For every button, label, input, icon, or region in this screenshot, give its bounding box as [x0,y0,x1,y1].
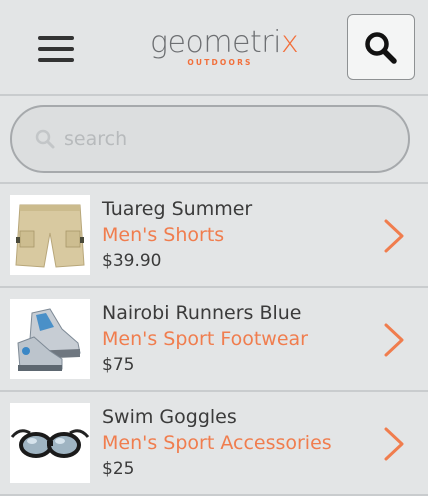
menu-button[interactable] [38,36,74,64]
product-category: Men's Sport Footwear [102,328,308,350]
product-price: $75 [102,355,135,375]
list-item[interactable]: Swim Goggles Men's Sport Accessories $25 [0,392,428,496]
brand-logo: geometrix OUTDOORS [150,25,299,68]
hamburger-menu-icon [38,36,74,62]
product-image-runners [10,299,90,379]
list-item[interactable]: Nairobi Runners Blue Men's Sport Footwea… [0,288,428,392]
search-field[interactable] [10,105,410,173]
product-name: Nairobi Runners Blue [102,302,302,324]
product-category: Men's Shorts [102,224,225,246]
chevron-right-icon [384,323,404,357]
product-category: Men's Sport Accessories [102,432,332,454]
magnifier-icon [365,32,397,64]
search-input[interactable] [62,121,386,157]
chevron-right-icon [384,427,404,461]
chevron-right-icon [384,219,404,253]
search-button[interactable] [347,14,415,80]
product-image-goggles [10,403,90,483]
app-header: geometrix OUTDOORS [0,0,428,96]
product-image-shorts [10,195,90,275]
product-price: $39.90 [102,251,162,271]
search-icon [35,129,55,149]
search-bar [0,96,428,184]
list-item[interactable]: Tuareg Summer Men's Shorts $39.90 [0,184,428,288]
product-name: Tuareg Summer [102,198,253,220]
product-price: $25 [102,459,135,479]
product-name: Swim Goggles [102,406,237,428]
product-list: Tuareg Summer Men's Shorts $39.90 Nairob… [0,184,428,496]
